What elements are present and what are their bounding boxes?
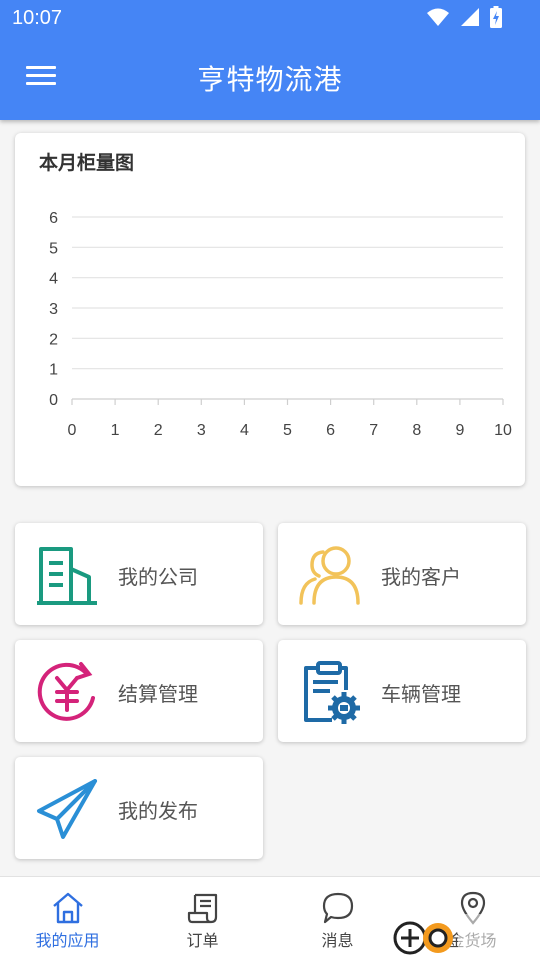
wifi-icon [427, 8, 449, 26]
home-icon [52, 892, 83, 924]
battery-icon [490, 6, 502, 28]
x-tick-label: 0 [68, 422, 77, 439]
signal-icon [461, 8, 479, 26]
x-tick-label: 2 [154, 422, 163, 439]
nav-my-apps[interactable]: 我的应用 [0, 877, 135, 960]
nav-label: 消息 [321, 931, 354, 950]
y-tick-label: 2 [49, 331, 58, 348]
x-tick-label: 4 [240, 422, 249, 439]
app-bar: 10:07 亨特物流港 [0, 0, 540, 120]
x-tick-label: 5 [283, 422, 292, 439]
status-icons [426, 6, 502, 28]
y-tick-label: 6 [49, 210, 58, 227]
y-tick-label: 0 [49, 392, 58, 409]
y-tick-label: 1 [49, 362, 58, 379]
x-tick-label: 6 [326, 422, 335, 439]
my-customers-tile[interactable]: 我的客户 [278, 523, 526, 625]
settlement-management-tile[interactable]: 结算管理 [15, 640, 263, 742]
y-tick-label: 5 [49, 240, 58, 257]
my-company-tile[interactable]: 我的公司 [15, 523, 263, 625]
status-time: 10:07 [12, 7, 63, 29]
users-icon [299, 546, 360, 605]
x-tick-label: 7 [369, 422, 378, 439]
x-tick-label: 10 [494, 422, 512, 439]
nav-label: 我的应用 [35, 931, 100, 950]
tile-label: 我的公司 [118, 565, 198, 589]
tile-label: 我的发布 [118, 799, 198, 823]
nav-orders[interactable]: 订单 [135, 877, 270, 960]
x-tick-label: 8 [412, 422, 421, 439]
chat-bubble-icon [322, 892, 353, 924]
my-posts-tile[interactable]: 我的发布 [15, 757, 263, 859]
vehicle-management-tile[interactable]: 车辆管理 [278, 640, 526, 742]
x-tick-label: 1 [111, 422, 120, 439]
tile-label: 车辆管理 [381, 682, 461, 706]
nav-messages[interactable]: 消息 [270, 877, 405, 960]
tile-label: 结算管理 [118, 682, 198, 706]
clipboard-gear-icon [304, 661, 360, 724]
page-title: 亨特物流港 [197, 63, 343, 96]
watermark-logo [393, 914, 540, 960]
x-tick-label: 3 [197, 422, 206, 439]
x-tick-label: 9 [455, 422, 464, 439]
yuan-cycle-icon [37, 662, 95, 721]
building-icon [37, 547, 97, 605]
y-tick-label: 4 [49, 271, 58, 288]
monthly-container-chart-card: 本月柜量图 0 1 2 3 4 5 6 0 1 2 3 4 5 6 7 8 9 10 [15, 133, 525, 486]
nav-label: 订单 [186, 931, 219, 950]
paper-plane-icon [37, 779, 97, 839]
tile-label: 我的客户 [381, 565, 461, 589]
chart: 0 1 2 3 4 5 6 0 1 2 3 4 5 6 7 8 9 10 [49, 210, 512, 439]
y-tick-label: 3 [49, 301, 58, 318]
receipt-icon [187, 893, 217, 924]
